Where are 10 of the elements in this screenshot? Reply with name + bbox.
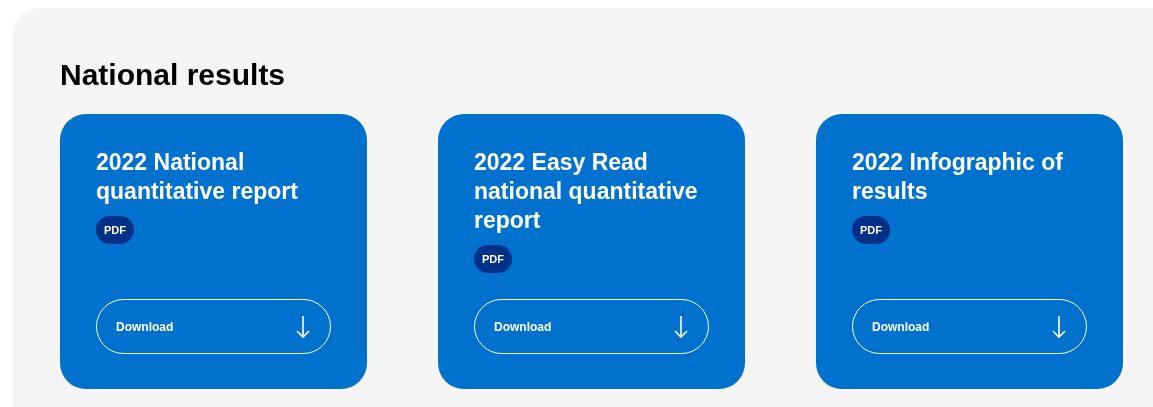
file-type-badge: PDF xyxy=(852,216,890,244)
section-heading: National results xyxy=(60,58,287,92)
down-arrow-icon xyxy=(674,314,688,339)
file-type-badge: PDF xyxy=(96,216,134,244)
report-title: 2022 Infographic of results xyxy=(852,148,1064,206)
down-arrow-icon xyxy=(1052,314,1066,339)
report-title: 2022 National quantitative report xyxy=(96,148,299,206)
report-title: 2022 Easy Read national quantitative report xyxy=(474,148,699,235)
down-arrow-icon xyxy=(296,314,310,339)
file-type-badge: PDF xyxy=(474,245,512,273)
